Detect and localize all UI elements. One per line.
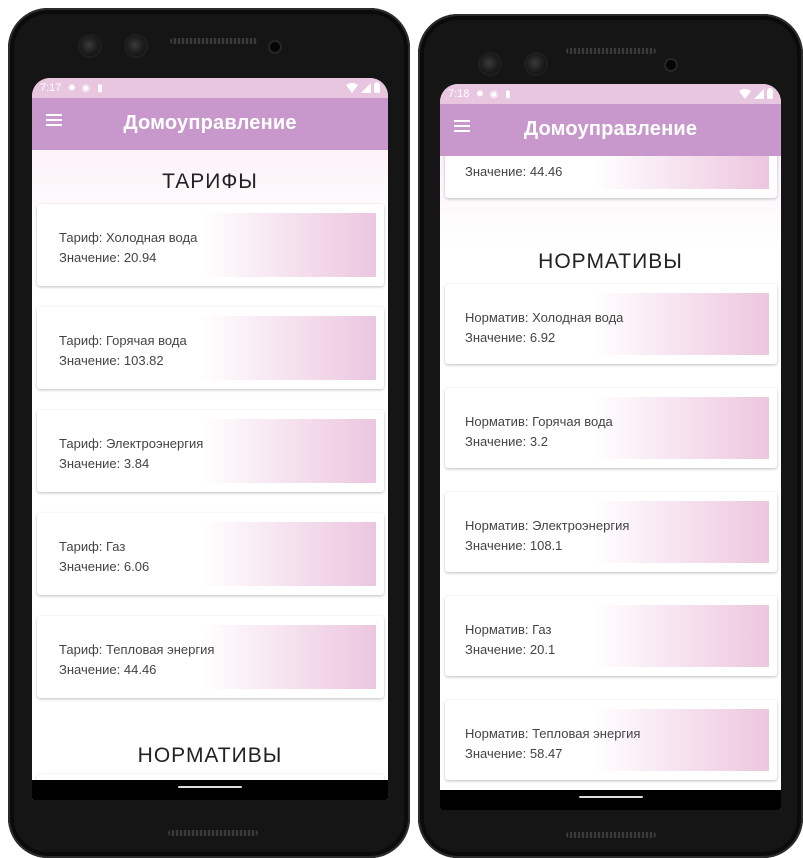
- home-gesture-pill[interactable]: [178, 786, 242, 788]
- screen-right: 7:18 ✹ ◉ ▮ Домоуправление Значение: 44.4…: [440, 84, 781, 810]
- screenshot-canvas: 7:17 ✹ ◉ ▮ Домоуправление ТАРИФЫ Тариф:: [0, 0, 803, 858]
- card-value: Значение: 58.47: [465, 746, 563, 761]
- norm-card[interactable]: Норматив: Горячая вода Значение: 3.2: [445, 388, 777, 468]
- card-value: Значение: 3.84: [59, 456, 150, 471]
- card-name: Норматив: Холодная вода: [465, 310, 624, 325]
- shield-icon: ◉: [489, 88, 499, 100]
- phone-right: 7:18 ✹ ◉ ▮ Домоуправление Значение: 44.4…: [418, 14, 803, 858]
- norm-card[interactable]: Норматив: Газ Значение: 20.1: [445, 596, 777, 676]
- front-sensor: [126, 36, 146, 56]
- card-value: Значение: 20.94: [59, 250, 157, 265]
- card-gradient: [200, 419, 376, 483]
- battery-icon: [767, 88, 773, 99]
- tariff-card[interactable]: Тариф: Электроэнергия Значение: 3.84: [37, 410, 384, 492]
- screen-left: 7:17 ✹ ◉ ▮ Домоуправление ТАРИФЫ Тариф:: [32, 78, 388, 800]
- card-value: Значение: 103.82: [59, 353, 164, 368]
- card-value: Значение: 6.06: [59, 559, 150, 574]
- sd-card-icon: ▮: [505, 88, 511, 100]
- card-gradient: [200, 522, 376, 586]
- card-value: Значение: 44.46: [465, 164, 563, 179]
- bottom-speaker: [168, 830, 258, 836]
- earpiece-speaker: [170, 38, 258, 44]
- tariff-card[interactable]: Тариф: Горячая вода Значение: 103.82: [37, 307, 384, 389]
- front-sensor: [526, 54, 546, 74]
- card-value: Значение: 6.92: [465, 330, 556, 345]
- shield-icon: ◉: [81, 82, 91, 94]
- app-title: Домоуправление: [123, 112, 297, 134]
- card-name: Норматив: Горячая вода: [465, 414, 613, 429]
- navigation-bar: [440, 790, 781, 810]
- status-time: 7:17: [40, 82, 62, 94]
- card-name: Тариф: Холодная вода: [59, 230, 198, 245]
- gear-icon: ✹: [67, 82, 77, 94]
- app-title: Домоуправление: [523, 118, 698, 140]
- section-heading-tariffs: ТАРИФЫ: [162, 170, 258, 193]
- content-list[interactable]: ТАРИФЫ Тариф: Холодная вода Значение: 20…: [32, 150, 388, 780]
- card-value: Значение: 108.1: [465, 538, 563, 553]
- tariff-card[interactable]: Тариф: Холодная вода Значение: 20.94: [37, 204, 384, 286]
- wifi-icon: [346, 82, 358, 93]
- tariff-card[interactable]: Тариф: Тепловая энергия Значение: 44.46: [37, 616, 384, 698]
- status-bar: 7:17 ✹ ◉ ▮: [32, 78, 388, 98]
- card-value: Значение: 20.1: [465, 642, 556, 657]
- card-gradient: [593, 156, 769, 189]
- sd-card-icon: ▮: [97, 82, 103, 94]
- norm-card[interactable]: Норматив: Холодная вода Значение: 6.92: [445, 284, 777, 364]
- status-time: 7:18: [448, 88, 470, 100]
- section-heading-norms: НОРМАТИВЫ: [538, 250, 683, 273]
- front-camera: [666, 60, 676, 70]
- card-name: Тариф: Газ: [59, 539, 126, 554]
- bottom-speaker: [566, 832, 656, 838]
- status-bar: 7:18 ✹ ◉ ▮: [440, 84, 781, 104]
- gear-icon: ✹: [475, 88, 485, 100]
- card-gradient: [200, 316, 376, 380]
- tariff-card[interactable]: Тариф: Газ Значение: 6.06: [37, 513, 384, 595]
- earpiece-speaker: [566, 48, 656, 54]
- battery-icon: [374, 82, 380, 93]
- front-camera: [270, 42, 280, 52]
- home-gesture-pill[interactable]: [578, 796, 643, 798]
- card-name: Тариф: Горячая вода: [59, 333, 187, 348]
- section-heading-norms: НОРМАТИВЫ: [137, 744, 283, 767]
- phone-left: 7:17 ✹ ◉ ▮ Домоуправление ТАРИФЫ Тариф:: [8, 8, 410, 858]
- norm-card[interactable]: Норматив: Электроэнергия Значение: 108.1: [445, 492, 777, 572]
- signal-icon: [361, 82, 371, 93]
- card-gradient: [593, 397, 769, 459]
- card-value: Значение: 44.46: [59, 662, 157, 677]
- card-name: Тариф: Электроэнергия: [59, 436, 204, 451]
- content-list[interactable]: Значение: 44.46 НОРМАТИВЫ Норматив: Холо…: [440, 156, 781, 790]
- card-name: Норматив: Электроэнергия: [465, 518, 630, 533]
- signal-icon: [754, 88, 764, 99]
- card-gradient: [593, 605, 769, 667]
- card-name: Тариф: Тепловая энергия: [59, 642, 215, 657]
- norm-card[interactable]: Норматив: Тепловая энергия Значение: 58.…: [445, 700, 777, 780]
- card-gradient: [200, 625, 376, 689]
- card-name: Норматив: Газ: [465, 622, 552, 637]
- tariff-card-partial[interactable]: Значение: 44.46: [445, 156, 777, 198]
- card-name: Норматив: Тепловая энергия: [465, 726, 641, 741]
- navigation-bar: [32, 780, 388, 800]
- front-sensor: [80, 36, 100, 56]
- card-gradient: [200, 213, 376, 277]
- app-bar: Домоуправление: [440, 104, 781, 156]
- card-value: Значение: 3.2: [465, 434, 548, 449]
- front-sensor: [480, 54, 500, 74]
- wifi-icon: [739, 88, 751, 99]
- app-bar: Домоуправление: [32, 98, 388, 150]
